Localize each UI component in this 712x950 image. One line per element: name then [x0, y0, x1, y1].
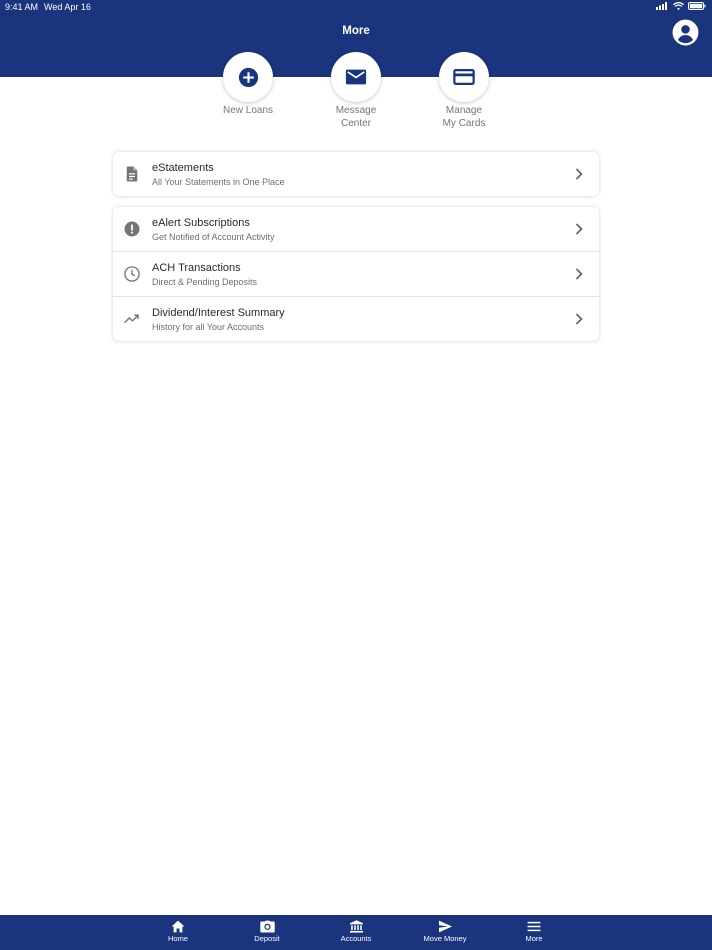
- status-time: 9:41 AM: [5, 2, 39, 12]
- new-loans-label: New Loans: [222, 105, 274, 116]
- tab-deposit[interactable]: Deposit: [232, 915, 302, 950]
- status-bar: 9:41 AM Wed Apr 16: [0, 0, 712, 14]
- menu-item-estatements[interactable]: eStatements All Your Statements in One P…: [113, 152, 599, 196]
- quick-actions: New Loans Message Center Manage My Cards: [0, 52, 712, 142]
- tab-accounts[interactable]: Accounts: [321, 915, 391, 950]
- trending-up-icon: [123, 314, 139, 324]
- tab-label: More: [525, 934, 543, 943]
- message-center-label: Message Center: [335, 105, 377, 129]
- manage-cards-circle[interactable]: [439, 52, 489, 102]
- account-activity-card: eAlert Subscriptions Get Notified of Acc…: [113, 207, 599, 341]
- menu-item-ach-transactions[interactable]: ACH Transactions Direct & Pending Deposi…: [113, 251, 599, 296]
- manage-cards-button[interactable]: Manage My Cards: [424, 52, 504, 130]
- credit-card-icon: [453, 69, 475, 85]
- document-icon: [126, 166, 138, 182]
- signal-icon: [656, 2, 667, 10]
- tab-label: Home: [167, 934, 188, 943]
- page-title: More: [342, 25, 370, 37]
- menu-item-dividend-interest-summary[interactable]: Dividend/Interest Summary History for al…: [113, 296, 599, 341]
- new-loans-circle[interactable]: [223, 52, 273, 102]
- wifi-icon: [673, 2, 684, 10]
- message-center-circle[interactable]: [331, 52, 381, 102]
- manage-cards-label: Manage My Cards: [442, 105, 486, 129]
- chevron-right-icon: [575, 268, 583, 280]
- camera-icon: [259, 920, 275, 933]
- menu-item-title: Dividend/Interest Summary: [152, 307, 285, 319]
- alert-icon: [124, 221, 140, 237]
- bank-icon: [349, 920, 363, 933]
- menu-item-subtitle: History for all Your Accounts: [152, 322, 265, 332]
- menu-icon: [527, 921, 541, 932]
- tab-label: Deposit: [254, 934, 280, 943]
- plus-circle-icon: [238, 67, 258, 87]
- menu-item-title: ACH Transactions: [152, 262, 241, 274]
- tab-more[interactable]: More: [499, 915, 569, 950]
- chevron-right-icon: [575, 223, 583, 235]
- battery-icon: [688, 2, 706, 10]
- menu-item-subtitle: All Your Statements in One Place: [152, 177, 285, 187]
- chevron-right-icon: [575, 168, 583, 180]
- tab-home[interactable]: Home: [143, 915, 213, 950]
- menu-item-ealert-subscriptions[interactable]: eAlert Subscriptions Get Notified of Acc…: [113, 207, 599, 251]
- tab-move-money[interactable]: Move Money: [410, 915, 480, 950]
- message-center-button[interactable]: Message Center: [316, 52, 396, 130]
- status-icons: [656, 2, 706, 10]
- mail-icon: [345, 69, 367, 85]
- chevron-right-icon: [575, 313, 583, 325]
- tab-label: Move Money: [423, 934, 467, 943]
- send-icon: [438, 920, 452, 933]
- tab-label: Accounts: [340, 934, 372, 943]
- status-date: Wed Apr 16: [44, 2, 91, 12]
- profile-icon[interactable]: [672, 19, 699, 46]
- tab-bar: Home Deposit Accounts Move Money More: [0, 915, 712, 950]
- menu-item-title: eStatements: [152, 162, 214, 174]
- clock-icon: [124, 266, 140, 282]
- statements-card: eStatements All Your Statements in One P…: [113, 152, 599, 196]
- menu-item-subtitle: Get Notified of Account Activity: [152, 232, 275, 242]
- menu-item-subtitle: Direct & Pending Deposits: [152, 277, 258, 287]
- menu-item-title: eAlert Subscriptions: [152, 217, 250, 229]
- home-icon: [171, 920, 185, 933]
- new-loans-button[interactable]: New Loans: [208, 52, 288, 117]
